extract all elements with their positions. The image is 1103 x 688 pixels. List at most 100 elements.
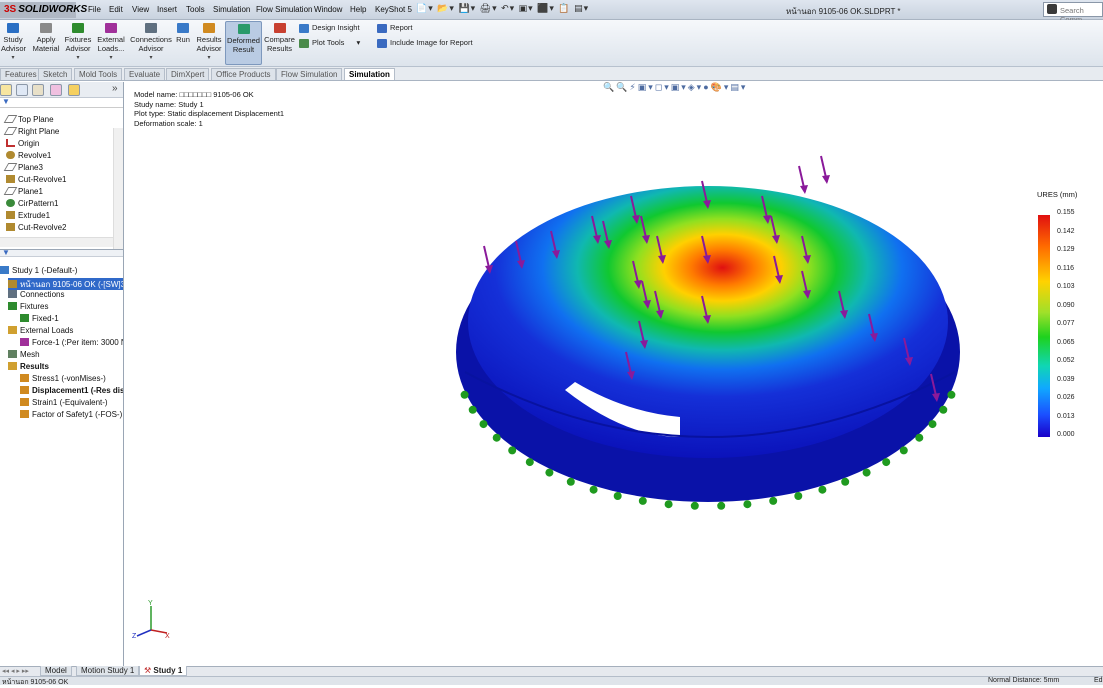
study-tree-item[interactable]: Results xyxy=(8,362,49,374)
tree-item-cut-revolve1[interactable]: Cut-Revolve1 xyxy=(6,175,66,187)
tab-evaluate[interactable]: Evaluate xyxy=(124,68,166,80)
study-tree-item[interactable]: Fixtures xyxy=(8,302,48,314)
apply-material-button[interactable]: Apply Material xyxy=(32,23,60,53)
tab-study-1[interactable]: ⚒ Study 1 xyxy=(139,666,188,676)
study-tree-item[interactable]: Fixed-1 xyxy=(20,314,59,326)
graphics-area[interactable]: Model name: □□□□□□□ 9105-06 OK Study nam… xyxy=(125,82,1103,666)
tab-simulation[interactable]: Simulation xyxy=(344,68,395,80)
study-tree-item[interactable]: Strain1 (-Equivalent-) xyxy=(20,398,108,410)
design-insight-button[interactable]: Design Insight xyxy=(299,23,360,33)
study-tree-item-label: Force-1 (:Per item: 3000 N xyxy=(32,338,124,347)
panel-splitter[interactable]: ▼ xyxy=(0,248,123,257)
menu-flow-simulation[interactable]: Flow Simulation xyxy=(256,5,312,14)
search-input[interactable]: Search Comm xyxy=(1043,2,1103,24)
study-tree-item[interactable]: Factor of Safety1 (-FOS-) xyxy=(20,410,122,422)
study-tree-item[interactable]: Displacement1 (-Res disp xyxy=(20,386,123,398)
design-insight-icon xyxy=(299,23,309,33)
filter-icon: ▼ xyxy=(2,248,10,257)
study-advisor-icon xyxy=(7,23,19,33)
menu-window[interactable]: Window xyxy=(314,5,342,14)
tree-filter[interactable]: ▼ xyxy=(0,97,123,108)
fixtures-advisor-button[interactable]: Fixtures Advisor ▾ xyxy=(63,23,93,63)
tree-item-plane3[interactable]: Plane3 xyxy=(3,163,43,175)
report-button[interactable]: Report xyxy=(377,23,413,33)
solidworks-logo[interactable]: 3S SOLIDWORKS xyxy=(0,2,87,18)
include-image-button[interactable]: Include Image for Report xyxy=(377,38,473,48)
feature-manager-tab-icon[interactable] xyxy=(0,84,12,96)
compare-results-button[interactable]: Compare Results xyxy=(264,23,295,53)
tree-item-top-plane[interactable]: Top Plane xyxy=(3,115,54,127)
study-tree-item-icon xyxy=(20,338,29,346)
study-tree-item-label: Strain1 (-Equivalent-) xyxy=(32,398,108,407)
study-tree-item[interactable]: External Loads xyxy=(8,326,73,338)
study-tree-item[interactable]: Mesh xyxy=(8,350,40,362)
menu-help[interactable]: Help xyxy=(350,5,366,14)
legend-value-label: 0.077 xyxy=(1057,320,1075,327)
panel-expand-icon[interactable]: » xyxy=(112,83,118,94)
study-tree-item[interactable]: หน้านอก 9105-06 OK (-[SW]300 xyxy=(8,278,123,290)
tree-item-cirpattern1[interactable]: CirPattern1 xyxy=(6,199,58,211)
menu-simulation[interactable]: Simulation xyxy=(213,5,250,14)
display-manager-tab-icon[interactable] xyxy=(68,84,80,96)
study-advisor-button[interactable]: Study Advisor ▾ xyxy=(1,23,26,63)
fixture-marker xyxy=(525,458,534,467)
run-button[interactable]: Run xyxy=(174,23,192,44)
tree-item-origin[interactable]: Origin xyxy=(6,139,39,151)
deformed-result-button[interactable]: Deformed Result xyxy=(225,21,262,65)
legend-value-label: 0.013 xyxy=(1057,412,1075,420)
tab-office-products[interactable]: Office Products xyxy=(211,68,276,80)
study-tree-item[interactable]: Stress1 (-vonMises-) xyxy=(20,374,106,386)
tree-item-cut-revolve2[interactable]: Cut-Revolve2 xyxy=(6,223,66,235)
status-normal-distance: Normal Distance: 5mm xyxy=(988,677,1060,684)
tree-horizontal-scrollbar[interactable] xyxy=(0,237,113,247)
menu-tools[interactable]: Tools xyxy=(186,5,205,14)
configuration-tab-icon[interactable] xyxy=(32,84,44,96)
tree-vertical-scrollbar[interactable] xyxy=(113,128,123,253)
legend-value-label: 0.065 xyxy=(1057,338,1075,346)
deformed-result-icon xyxy=(237,24,250,34)
plot-tools-icon xyxy=(299,38,309,48)
cut-revolve-icon xyxy=(6,175,15,183)
origin-icon xyxy=(6,139,15,147)
status-document-name: หน้านอก 9105-06 OK xyxy=(2,679,69,686)
study-tree-item[interactable]: Study 1 (-Default-) xyxy=(0,266,77,278)
study-tree-item[interactable]: Force-1 (:Per item: 3000 N xyxy=(20,338,124,350)
menu-view[interactable]: View xyxy=(132,5,149,14)
quick-access-toolbar[interactable]: 📄▾ 📂▾ 💾▾ 🖨▾ ↶▾ ▣▾ ⬛▾ 📋 ▤▾ xyxy=(416,3,589,14)
external-loads-button[interactable]: External Loads... ▾ xyxy=(96,23,126,63)
tab-model[interactable]: Model xyxy=(40,666,72,676)
tree-item-revolve1[interactable]: Revolve1 xyxy=(6,151,51,163)
tab-mold-tools[interactable]: Mold Tools xyxy=(74,68,123,80)
tab-dimxpert[interactable]: DimXpert xyxy=(166,68,210,80)
study-tree-item-label: External Loads xyxy=(20,326,74,335)
study-tree-item[interactable]: Connections xyxy=(8,290,64,302)
results-advisor-button[interactable]: Results Advisor ▾ xyxy=(195,23,223,63)
tab-motion-study[interactable]: Motion Study 1 xyxy=(76,666,140,676)
menu-edit[interactable]: Edit xyxy=(109,5,123,14)
study-tree-item-icon xyxy=(8,362,17,370)
fixture-marker xyxy=(915,433,924,442)
plane-icon xyxy=(3,127,18,135)
menu-insert[interactable]: Insert xyxy=(157,5,177,14)
property-manager-tab-icon[interactable] xyxy=(16,84,28,96)
compare-results-icon xyxy=(273,23,286,33)
tab-sketch[interactable]: Sketch xyxy=(38,68,73,80)
menu-keyshot[interactable]: KeyShot 5 xyxy=(375,5,412,14)
fixture-marker xyxy=(939,405,948,414)
tree-item-plane1[interactable]: Plane1 xyxy=(3,187,43,199)
tab-nav-arrows-icon[interactable]: ◂◂ ◂ ▸ ▸▸ xyxy=(2,667,29,675)
status-edit-mode: Ed xyxy=(1094,677,1103,684)
tab-features[interactable]: Features xyxy=(0,68,42,80)
tab-flow-simulation[interactable]: Flow Simulation xyxy=(276,68,343,80)
plot-tools-button[interactable]: Plot Tools ▾ xyxy=(299,38,360,48)
tree-item-extrude1[interactable]: Extrude1 xyxy=(6,211,50,223)
legend-value-label: 0.103 xyxy=(1057,283,1075,290)
study-tree-item-icon xyxy=(20,398,29,406)
dimxpert-tab-icon[interactable] xyxy=(50,84,62,96)
tree-item-right-plane[interactable]: Right Plane xyxy=(3,127,59,139)
menu-file[interactable]: File xyxy=(88,5,101,14)
legend-value-label: 0.090 xyxy=(1057,301,1075,309)
connections-advisor-button[interactable]: Connections Advisor ▾ xyxy=(130,23,172,63)
svg-text:X: X xyxy=(165,633,170,640)
extrude-icon xyxy=(6,211,15,219)
